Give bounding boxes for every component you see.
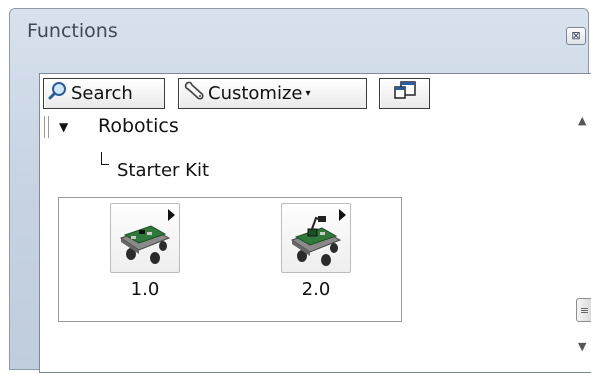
scroll-thumb[interactable]: ≡ [576, 298, 591, 322]
tree-category-robotics[interactable]: Robotics [98, 115, 179, 137]
palette-content: Search Customize ▾ ▼ Robotics Starter Ki… [39, 73, 591, 373]
palette-item-2[interactable]: 2.0 [278, 203, 354, 300]
tree-guide-line [44, 116, 45, 138]
wrench-icon [183, 81, 205, 106]
expand-arrow-icon[interactable]: ▼ [59, 120, 68, 134]
functions-palette-window: Functions ⊠ Search Customize ▾ ▼ Robotic… [9, 8, 591, 373]
window-stack-icon [392, 80, 418, 107]
robot-kit-icon[interactable] [110, 203, 180, 273]
palette-item-label: 1.0 [130, 279, 160, 300]
scroll-down-icon[interactable]: ▼ [578, 340, 586, 353]
view-toggle-button[interactable] [379, 78, 430, 109]
palette-item-1[interactable]: 1.0 [107, 203, 183, 300]
chevron-down-icon: ▾ [305, 88, 311, 99]
palette-item-label: 2.0 [301, 279, 331, 300]
search-button[interactable]: Search [43, 78, 165, 109]
tree-subcategory-starter-kit[interactable]: Starter Kit [117, 160, 209, 181]
customize-button[interactable]: Customize ▾ [178, 78, 367, 109]
window-title: Functions [27, 20, 118, 42]
search-icon [48, 81, 68, 106]
tree-guide-line [48, 116, 49, 138]
grip-icon: ≡ [579, 303, 590, 317]
tree-connector [101, 152, 109, 165]
customize-label: Customize [208, 83, 303, 104]
close-button[interactable]: ⊠ [566, 27, 586, 45]
robot-kit-icon[interactable] [281, 203, 351, 273]
scroll-up-icon[interactable]: ▲ [578, 114, 586, 127]
palette-toolbar: Search Customize ▾ [40, 74, 591, 109]
search-label: Search [71, 83, 133, 104]
palette-icon-group: 1.0 2.0 [58, 197, 402, 322]
vertical-scrollbar[interactable]: ▲ ≡ ▼ [575, 108, 591, 372]
